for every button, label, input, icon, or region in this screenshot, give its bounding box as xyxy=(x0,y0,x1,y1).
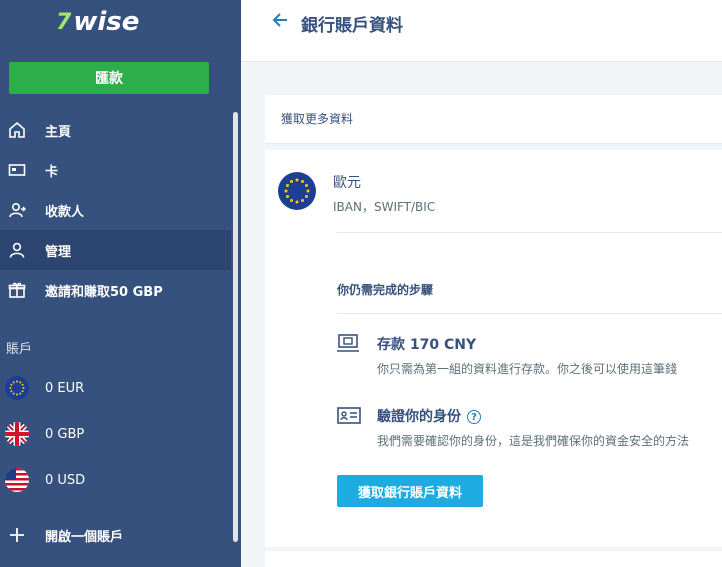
steps-heading: 你仍需完成的步驟 xyxy=(337,283,434,297)
page-header: 銀行賬戶資料 xyxy=(241,0,722,62)
get-bank-details-button[interactable]: 獲取銀行賬戶資料 xyxy=(337,475,483,507)
card-icon xyxy=(8,161,26,179)
open-account-label: 開啟一個賬戶 xyxy=(45,529,124,545)
verify-identity-title: 驗證你的身份 xyxy=(377,409,461,425)
sidebar-item-invite[interactable]: 邀請和賺取50 GBP xyxy=(0,270,231,310)
sidebar-item-label: 主頁 xyxy=(45,124,72,140)
get-more-details-label: 獲取更多資料 xyxy=(281,112,354,126)
user-icon xyxy=(8,241,26,259)
us-flag-icon xyxy=(5,468,29,492)
wise-wordmark: wise xyxy=(73,7,140,37)
page-title: 銀行賬戶資料 xyxy=(301,16,403,36)
sidebar-item-label: 邀請和賺取50 GBP xyxy=(45,284,163,300)
recipients-icon xyxy=(8,201,26,219)
account-gbp[interactable]: 0 GBP xyxy=(0,414,231,454)
step-description: 你只需為第一組的資料進行存款。你之後可以使用這筆錢 xyxy=(377,362,678,376)
account-balance: 0 EUR xyxy=(45,380,85,396)
open-account-button[interactable]: 開啟一個賬戶 xyxy=(0,515,231,555)
step-description: 我們需要確認你的身份，這是我們確保你的資金安全的方法 xyxy=(377,434,690,448)
account-usd[interactable]: 0 USD xyxy=(0,460,231,500)
eu-flag-icon xyxy=(278,172,316,210)
get-more-details-card[interactable]: 獲取更多資料 xyxy=(265,95,722,144)
accounts-section-label: 賬戶 xyxy=(6,342,33,357)
step-title: 驗證你的身份? xyxy=(377,406,481,426)
gift-icon xyxy=(8,281,26,299)
account-balance: 0 USD xyxy=(45,472,86,488)
help-icon[interactable]: ? xyxy=(467,410,481,424)
id-card-icon xyxy=(337,406,361,426)
wise-flag-icon: 7 xyxy=(56,9,72,35)
sidebar: 7 wise 匯款 主頁 卡 收款人 管理 邀請和賺取50 GBP 賬戶 0 E… xyxy=(0,0,241,567)
step-title: 存款 170 CNY xyxy=(377,337,477,353)
home-icon xyxy=(8,121,26,139)
sidebar-item-label: 卡 xyxy=(45,164,59,180)
next-card xyxy=(265,551,722,567)
back-arrow-icon[interactable] xyxy=(271,10,289,35)
sidebar-item-label: 管理 xyxy=(45,244,72,260)
sidebar-scrollbar[interactable] xyxy=(233,112,238,542)
plus-icon xyxy=(8,526,26,544)
currency-details: IBAN，SWIFT/BIC xyxy=(333,200,436,214)
account-eur[interactable]: 0 EUR xyxy=(0,368,231,408)
uk-flag-icon xyxy=(5,422,29,446)
send-money-button[interactable]: 匯款 xyxy=(9,62,209,94)
sidebar-item-recipients[interactable]: 收款人 xyxy=(0,190,231,230)
divider xyxy=(337,232,722,233)
wise-logo[interactable]: 7 wise xyxy=(56,6,139,38)
sidebar-item-home[interactable]: 主頁 xyxy=(0,110,231,150)
currency-details-card: 歐元 IBAN，SWIFT/BIC 你仍需完成的步驟 存款 170 CNY 你只… xyxy=(265,150,722,547)
sidebar-item-label: 收款人 xyxy=(45,204,85,220)
currency-name: 歐元 xyxy=(333,175,361,191)
deposit-icon xyxy=(337,333,361,353)
sidebar-item-manage[interactable]: 管理 xyxy=(0,230,231,270)
account-balance: 0 GBP xyxy=(45,426,85,442)
divider xyxy=(337,313,722,314)
eu-flag-icon xyxy=(5,376,29,400)
sidebar-item-card[interactable]: 卡 xyxy=(0,150,231,190)
